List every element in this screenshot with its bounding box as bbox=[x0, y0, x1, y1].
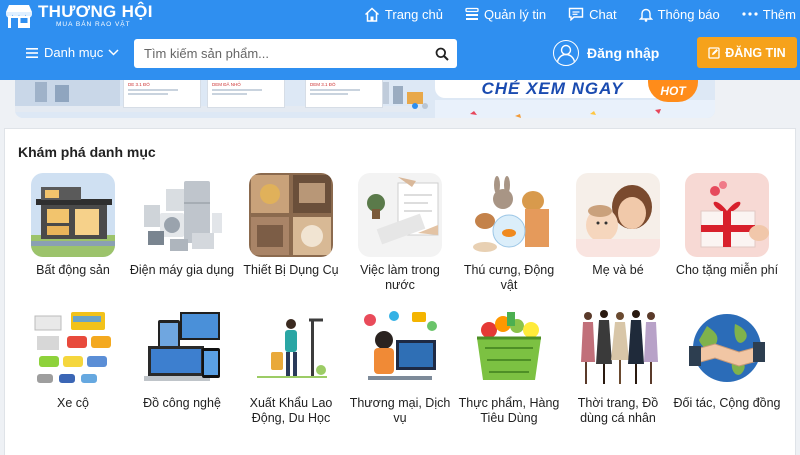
category-partners-community-label: Đối tác, Cộng đồng bbox=[673, 396, 781, 410]
site-logo[interactable]: THƯƠNG HỘI MUA BÁN RAO VẶT bbox=[4, 2, 153, 30]
category-menu-label: Danh mục bbox=[44, 45, 104, 60]
carousel-dot[interactable] bbox=[422, 103, 428, 109]
logo-subtitle: MUA BÁN RAO VẶT bbox=[56, 21, 131, 28]
category-mother-baby[interactable]: Mẹ và bé bbox=[563, 173, 673, 278]
vehicles-image bbox=[31, 306, 115, 390]
more-icon bbox=[742, 12, 758, 16]
category-labor-export-label: Xuất Khẩu Lao Động, Du Học bbox=[249, 396, 333, 425]
category-food-consumer[interactable]: Thực phẩm, Hàng Tiêu Dùng bbox=[454, 306, 564, 426]
banner-cta: CHẺ XEM NGAY bbox=[435, 80, 670, 98]
category-real-estate[interactable]: Bất động sản bbox=[18, 173, 128, 278]
banner-cta-text: CHẺ XEM NGAY bbox=[481, 80, 624, 98]
real-estate-image bbox=[31, 173, 115, 257]
technology-image bbox=[140, 306, 224, 390]
menu-icon bbox=[26, 47, 38, 58]
promo-banner[interactable]: DE 3.1 ĐÓ DEM ĐÃ NHỎ DEM 3.1 ĐÓ CHẺ XEM … bbox=[0, 80, 800, 121]
logo-title: THƯƠNG HỘI bbox=[38, 2, 153, 21]
category-section-title: Khám phá danh mục bbox=[18, 144, 156, 160]
nav-manage-posts[interactable]: Quản lý tin bbox=[465, 7, 546, 22]
nav-more-label: Thêm bbox=[762, 6, 796, 22]
category-section: Khám phá danh mục Bất động sản Điện máy … bbox=[4, 128, 796, 455]
nav-home[interactable]: Trang chủ bbox=[364, 7, 443, 22]
free-giveaway-image bbox=[685, 173, 769, 257]
category-free-giveaway[interactable]: Cho tặng miễn phí bbox=[672, 173, 782, 278]
category-commerce-services[interactable]: Thương mại, Dịch vụ bbox=[345, 306, 455, 426]
category-menu-button[interactable]: Danh mục bbox=[26, 45, 119, 60]
category-mother-baby-label: Mẹ và bé bbox=[592, 263, 644, 277]
header: THƯƠNG HỘI MUA BÁN RAO VẶT Trang chủ Quả… bbox=[0, 0, 800, 80]
jobs-image bbox=[358, 173, 442, 257]
nav-chat[interactable]: Chat bbox=[568, 6, 617, 22]
appliances-image bbox=[140, 173, 224, 257]
user-avatar-icon bbox=[553, 40, 579, 66]
list-icon bbox=[465, 7, 479, 20]
category-fashion-label: Thời trang, Đồ dùng cá nhân bbox=[577, 396, 659, 425]
category-jobs[interactable]: Việc làm trong nước bbox=[345, 173, 455, 293]
carousel-dot[interactable] bbox=[412, 103, 418, 109]
category-labor-export[interactable]: Xuất Khẩu Lao Động, Du Học bbox=[236, 306, 346, 426]
banner-image: DE 3.1 ĐÓ DEM ĐÃ NHỎ DEM 3.1 ĐÓ CHẺ XEM … bbox=[15, 80, 715, 118]
top-navigation: Trang chủ Quản lý tin Chat Thông báo Thê… bbox=[364, 4, 800, 24]
category-technology-label: Đồ công nghệ bbox=[143, 396, 221, 410]
category-commerce-services-label: Thương mại, Dịch vụ bbox=[349, 396, 451, 425]
category-tools[interactable]: Thiết Bị Dụng Cụ bbox=[236, 173, 346, 278]
category-real-estate-label: Bất động sản bbox=[36, 263, 110, 277]
category-technology[interactable]: Đồ công nghệ bbox=[127, 306, 237, 411]
post-ad-button[interactable]: ĐĂNG TIN bbox=[697, 37, 797, 68]
category-appliances[interactable]: Điện máy gia dụng bbox=[127, 173, 237, 278]
fashion-image bbox=[576, 306, 660, 390]
nav-chat-label: Chat bbox=[589, 6, 617, 22]
labor-export-image bbox=[249, 306, 333, 390]
category-appliances-label: Điện máy gia dụng bbox=[129, 263, 235, 277]
nav-notifications[interactable]: Thông báo bbox=[638, 6, 720, 22]
login-label: Đăng nhập bbox=[587, 45, 660, 61]
nav-manage-posts-label: Quản lý tin bbox=[483, 6, 547, 22]
nav-notifications-label: Thông báo bbox=[657, 6, 720, 22]
login-button[interactable]: Đăng nhập bbox=[553, 40, 659, 66]
home-icon bbox=[364, 6, 379, 22]
nav-home-label: Trang chủ bbox=[384, 6, 443, 22]
nav-more[interactable]: Thêm bbox=[742, 7, 796, 22]
partners-community-image bbox=[685, 306, 769, 390]
tools-image bbox=[249, 173, 333, 257]
food-consumer-image bbox=[467, 306, 551, 390]
shop-logo-icon bbox=[4, 3, 34, 29]
pets-image bbox=[467, 173, 551, 257]
chevron-down-icon bbox=[108, 49, 119, 56]
commerce-services-image bbox=[358, 306, 442, 390]
category-pets[interactable]: Thú cưng, Động vật bbox=[454, 173, 564, 293]
post-ad-label: ĐĂNG TIN bbox=[725, 45, 786, 60]
category-food-consumer-label: Thực phẩm, Hàng Tiêu Dùng bbox=[458, 396, 560, 425]
category-vehicles-label: Xe cộ bbox=[57, 396, 89, 410]
chat-icon bbox=[568, 7, 584, 21]
edit-icon bbox=[708, 46, 720, 59]
search-bar bbox=[134, 39, 457, 68]
category-pets-label: Thú cưng, Động vật bbox=[463, 263, 555, 292]
bell-icon bbox=[638, 8, 653, 22]
category-fashion[interactable]: Thời trang, Đồ dùng cá nhân bbox=[563, 306, 673, 426]
category-jobs-label: Việc làm trong nước bbox=[360, 263, 440, 292]
search-icon[interactable] bbox=[427, 47, 457, 61]
category-free-giveaway-label: Cho tặng miễn phí bbox=[675, 263, 779, 277]
category-tools-label: Thiết Bị Dụng Cụ bbox=[243, 263, 339, 277]
category-partners-community[interactable]: Đối tác, Cộng đồng bbox=[672, 306, 782, 411]
search-input[interactable] bbox=[134, 39, 427, 68]
mother-baby-image bbox=[576, 173, 660, 257]
category-vehicles[interactable]: Xe cộ bbox=[18, 306, 128, 411]
